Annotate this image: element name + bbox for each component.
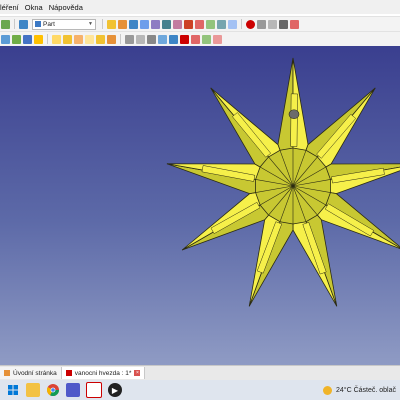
media-icon[interactable]: ▶: [108, 383, 122, 397]
system-tray: 24°C Částeč. oblač: [323, 380, 396, 400]
stop-icon[interactable]: [246, 19, 255, 29]
macro-editor-icon[interactable]: [268, 19, 277, 29]
union-icon[interactable]: [136, 34, 145, 44]
section-icon[interactable]: [158, 34, 167, 44]
toolbar-separator: [14, 19, 15, 29]
toolbar-separator: [120, 34, 121, 44]
measure-linear-icon[interactable]: [213, 34, 222, 44]
menu-bar: léření Okna Nápověda: [0, 0, 400, 14]
open-icon[interactable]: [118, 19, 127, 29]
freecad-icon: [65, 370, 72, 376]
undo-icon[interactable]: [140, 19, 149, 29]
tab-label: vanocni hvezda : 1*: [74, 369, 132, 377]
tab-star-document[interactable]: vanocni hvezda : 1* ×: [61, 367, 146, 379]
workbench-selector[interactable]: Part ▼: [32, 18, 96, 30]
toolbar-separator: [102, 19, 103, 29]
workbench-icon[interactable]: [19, 19, 28, 29]
view-isometric-icon[interactable]: [12, 34, 21, 44]
record-icon[interactable]: [257, 19, 266, 29]
view-front-icon[interactable]: [23, 34, 32, 44]
toolbar-top: Part ▼: [0, 16, 400, 31]
toolbar-separator: [47, 34, 48, 44]
cylinder-icon[interactable]: [184, 19, 193, 29]
menu-item-view[interactable]: léření: [0, 3, 25, 12]
cut-icon[interactable]: [125, 34, 134, 44]
menu-item-help[interactable]: Nápověda: [49, 3, 89, 12]
file-explorer-icon[interactable]: [26, 383, 40, 397]
toolbar-view: [0, 31, 400, 46]
star-hanging-hole: [288, 109, 300, 120]
pad-icon[interactable]: [63, 34, 72, 44]
menu-item-windows[interactable]: Okna: [25, 3, 49, 12]
sketch-icon[interactable]: [52, 34, 61, 44]
mirror-icon[interactable]: [169, 34, 178, 44]
revolve-icon[interactable]: [85, 34, 94, 44]
tab-start-page[interactable]: Úvodní stránka: [0, 367, 62, 379]
tab-label: Úvodní stránka: [13, 369, 57, 377]
close-tab-icon[interactable]: ×: [134, 370, 141, 376]
star-ray-highlight: [290, 93, 298, 147]
view-top-icon[interactable]: [34, 34, 43, 44]
redo-icon[interactable]: [151, 19, 160, 29]
new-file-icon[interactable]: [107, 19, 116, 29]
home-icon: [4, 370, 10, 376]
view-fit-icon[interactable]: [1, 34, 10, 44]
execute-macro-icon[interactable]: [279, 19, 288, 29]
document-tabs: Úvodní stránka vanocni hvezda : 1* ×: [0, 365, 400, 380]
shell-icon[interactable]: [191, 34, 200, 44]
measure-icon[interactable]: [228, 19, 237, 29]
sphere-icon[interactable]: [195, 19, 204, 29]
help-icon[interactable]: [290, 19, 299, 29]
chevron-down-icon: ▼: [88, 21, 93, 27]
windows-taskbar: ▶ 24°C Částeč. oblač: [0, 380, 400, 400]
chrome-icon[interactable]: [46, 383, 60, 397]
pocket-icon[interactable]: [74, 34, 83, 44]
weather-icon: [323, 385, 332, 395]
windows-start-icon[interactable]: [6, 383, 20, 397]
cone-icon[interactable]: [206, 19, 215, 29]
macro-record-icon[interactable]: [1, 19, 10, 29]
boolean-icon[interactable]: [217, 19, 226, 29]
weather-text: 24°C Částeč. oblač: [336, 386, 396, 394]
chamfer-icon[interactable]: [107, 34, 116, 44]
fillet-icon[interactable]: [96, 34, 105, 44]
extrude-icon[interactable]: [180, 34, 189, 44]
offset-icon[interactable]: [202, 34, 211, 44]
box-icon[interactable]: [173, 19, 182, 29]
3d-viewport[interactable]: [0, 46, 400, 365]
intersect-icon[interactable]: [147, 34, 156, 44]
save-icon[interactable]: [129, 19, 138, 29]
freecad-icon[interactable]: [86, 382, 102, 398]
toolbar-separator: [241, 19, 242, 29]
workbench-part-icon: [35, 21, 41, 27]
teams-icon[interactable]: [66, 383, 80, 397]
workbench-selector-value: Part: [43, 20, 55, 28]
refresh-icon[interactable]: [162, 19, 171, 29]
star-model: [166, 57, 400, 307]
